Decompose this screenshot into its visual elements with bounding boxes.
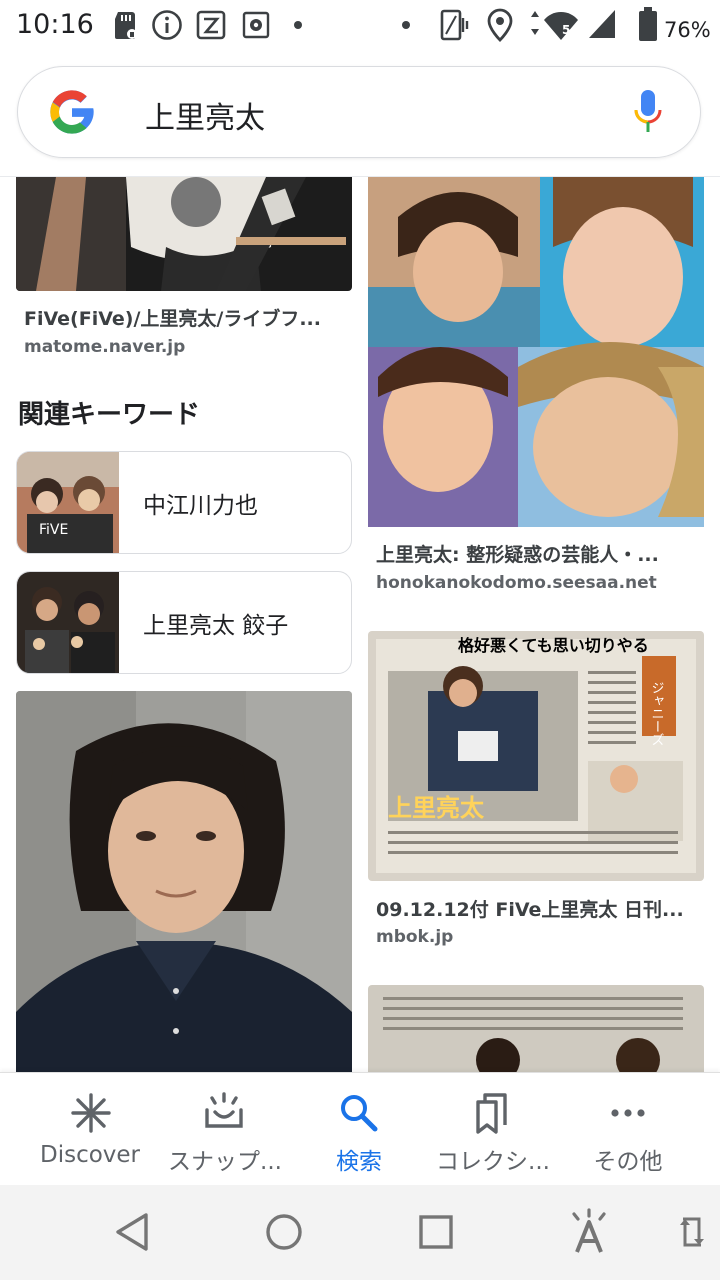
collections-icon[interactable] bbox=[472, 1092, 514, 1134]
google-logo-icon[interactable] bbox=[46, 86, 98, 138]
related-keyword-card[interactable]: 上里亮太 餃子 bbox=[16, 571, 352, 674]
result-image-portrait[interactable] bbox=[16, 691, 352, 1072]
search-bar[interactable] bbox=[17, 66, 701, 158]
asterisk-icon[interactable] bbox=[70, 1092, 112, 1134]
collage-photo bbox=[368, 177, 704, 527]
sd-card-icon bbox=[115, 12, 137, 39]
result-title[interactable]: 09.12.12付 FiVe上里亮太 日刊... bbox=[376, 895, 701, 922]
keyword-label: 中江川力也 bbox=[143, 493, 258, 519]
snapshot-icon[interactable] bbox=[203, 1092, 245, 1134]
result-image-newspaper[interactable]: 格好悪くても思い切りやる ジャニーズ 上里亮太 bbox=[368, 631, 704, 881]
wifi-icon: 5 bbox=[531, 11, 578, 40]
system-navigation-bar bbox=[0, 1185, 720, 1280]
search-icon[interactable] bbox=[338, 1092, 380, 1134]
result-image-clipping[interactable] bbox=[368, 985, 704, 1072]
clipping-photo bbox=[368, 985, 704, 1072]
back-icon[interactable] bbox=[112, 1212, 152, 1252]
dot-icon bbox=[294, 21, 302, 29]
battery-icon bbox=[639, 7, 657, 41]
keyword-label: 上里亮太 餃子 bbox=[143, 613, 289, 639]
svg-text:ジャニーズ: ジャニーズ bbox=[649, 681, 664, 746]
more-icon[interactable] bbox=[607, 1092, 649, 1134]
related-keywords-heading: 関連キーワード bbox=[18, 400, 201, 430]
result-source[interactable]: honokanokodomo.seesaa.net bbox=[376, 573, 657, 593]
recents-icon[interactable] bbox=[418, 1214, 454, 1250]
result-image-collage[interactable] bbox=[368, 177, 704, 527]
location-icon bbox=[487, 8, 513, 42]
status-time: 10:16 bbox=[16, 9, 94, 40]
rotate-icon[interactable] bbox=[677, 1213, 707, 1251]
dot-icon bbox=[402, 21, 410, 29]
settings-icon bbox=[242, 11, 270, 39]
thumb-text: FiVE bbox=[39, 522, 68, 538]
info-icon bbox=[152, 10, 182, 40]
keyword-thumbnail: FiVE bbox=[17, 452, 119, 553]
result-source[interactable]: matome.naver.jp bbox=[24, 337, 185, 357]
keyword-thumbnail bbox=[17, 572, 119, 673]
portrait-photo bbox=[16, 691, 352, 1072]
result-source[interactable]: mbok.jp bbox=[376, 927, 453, 947]
newspaper-photo: 格好悪くても思い切りやる ジャニーズ 上里亮太 bbox=[368, 631, 704, 881]
svg-text:上里亮太: 上里亮太 bbox=[388, 794, 485, 822]
nav-label-more[interactable]: その他 bbox=[548, 1142, 708, 1176]
home-icon[interactable] bbox=[264, 1212, 304, 1252]
result-image-guitarist[interactable] bbox=[16, 177, 352, 291]
svg-text:5: 5 bbox=[562, 23, 570, 37]
signal-icon bbox=[589, 10, 615, 38]
vibrate-icon bbox=[440, 9, 469, 41]
mic-icon[interactable] bbox=[632, 88, 664, 136]
accessibility-icon[interactable] bbox=[566, 1208, 612, 1254]
battery-percentage: 76% bbox=[664, 18, 711, 42]
result-title[interactable]: FiVe(FiVe)/上里亮太/ライブフ... bbox=[24, 304, 349, 331]
svg-text:格好悪くても思い切りやる: 格好悪くても思い切りやる bbox=[458, 636, 649, 655]
search-query[interactable]: 上里亮太 bbox=[145, 93, 265, 137]
result-title[interactable]: 上里亮太: 整形疑惑の芸能人・... bbox=[376, 540, 701, 567]
related-keyword-card[interactable]: FiVE 中江川力也 bbox=[16, 451, 352, 554]
nfc-icon bbox=[196, 10, 226, 40]
guitarist-photo bbox=[16, 177, 352, 291]
